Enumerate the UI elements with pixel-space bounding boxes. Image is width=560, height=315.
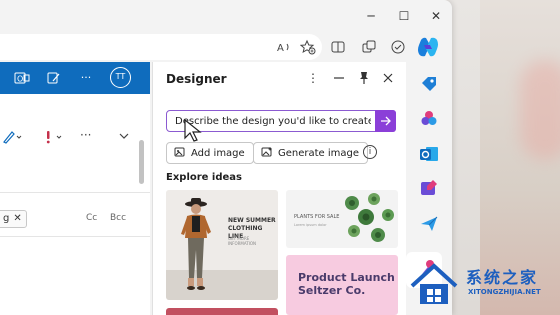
more-tools-icon[interactable]: ···: [80, 128, 91, 142]
minimize-panel-button[interactable]: [331, 70, 347, 86]
cc-button[interactable]: Cc: [86, 213, 97, 223]
favorite-add-icon[interactable]: [299, 39, 316, 55]
idea-card-product-launch[interactable]: Product Launch Seltzer Co.: [286, 255, 398, 315]
watermark-text: 系统之家: [466, 268, 539, 287]
idea-card-plants-for-sale[interactable]: PLANTS FOR SALE Lorem ipsum dolor: [286, 190, 398, 248]
pen-icon[interactable]: [2, 130, 22, 147]
image-add-icon: [173, 143, 187, 163]
idea-card-summer-clothing[interactable]: NEW SUMMER CLOTHING LINE GET MORE INFORMA…: [166, 190, 278, 300]
split-screen-icon[interactable]: [330, 39, 346, 55]
more-options-icon[interactable]: ···: [78, 70, 94, 86]
browser-window: ─ ☐ ✕ A O ··· TT ··· g ✕ Cc Bcc Designer…: [0, 0, 452, 315]
model-figure: [181, 198, 211, 290]
importance-icon[interactable]: [42, 130, 64, 147]
extensions-icon[interactable]: [361, 39, 377, 55]
bcc-button[interactable]: Bcc: [110, 213, 126, 223]
sparkle-image-icon: [260, 143, 274, 163]
close-panel-button[interactable]: [380, 70, 396, 86]
generate-arrow-button[interactable]: [375, 109, 396, 132]
card-subtitle: GET MORE INFORMATION: [228, 236, 257, 246]
designer-title: Designer: [166, 72, 227, 86]
collections-icon[interactable]: [390, 39, 406, 55]
svg-text:O: O: [17, 75, 23, 84]
mouse-cursor: [184, 118, 202, 142]
remove-recipient-icon[interactable]: ✕: [13, 213, 21, 224]
background-decoration: [520, 60, 560, 160]
designer-icon[interactable]: [419, 178, 439, 198]
avatar[interactable]: TT: [110, 67, 131, 88]
maximize-button[interactable]: ☐: [396, 8, 412, 24]
pin-icon[interactable]: [356, 70, 372, 86]
outlook-icon[interactable]: [419, 144, 439, 164]
plants-illustration: [345, 193, 394, 242]
add-image-label: Add image: [191, 148, 245, 159]
address-field[interactable]: A: [0, 34, 322, 60]
scrollbar[interactable]: [139, 140, 144, 184]
card-subtitle: Lorem ipsum dolor: [294, 223, 327, 227]
watermark: 系统之家 XITONGZHIJIA.NET: [402, 250, 560, 315]
divider: [0, 236, 150, 237]
card-title: PLANTS FOR SALE: [294, 214, 340, 220]
card-title: Product Launch Seltzer Co.: [298, 271, 395, 297]
minimize-button[interactable]: ─: [363, 8, 379, 24]
more-options-button[interactable]: ⋮: [305, 70, 321, 86]
svg-text:A: A: [277, 43, 284, 54]
tag-icon[interactable]: [419, 74, 439, 94]
designer-panel: Designer ⋮ Add image Generate image: [152, 62, 406, 315]
chevron-down-icon[interactable]: [118, 130, 130, 145]
watermark-subtext: XITONGZHIJIA.NET: [468, 288, 541, 296]
read-aloud-icon[interactable]: A: [276, 39, 292, 55]
watermark-logo: [410, 263, 458, 304]
idea-card[interactable]: [166, 308, 278, 315]
info-icon[interactable]: i: [363, 145, 377, 159]
format-toolbar: ···: [0, 126, 150, 150]
divider: [0, 192, 150, 193]
edit-note-icon[interactable]: [46, 70, 62, 86]
outlook-header: O ··· TT: [0, 62, 150, 94]
generate-image-button[interactable]: Generate image: [253, 142, 369, 164]
outlook-app-icon[interactable]: O: [14, 70, 30, 86]
send-icon[interactable]: [419, 214, 439, 234]
title-bar: ─ ☐ ✕: [0, 0, 452, 32]
address-bar-row: A: [0, 34, 452, 60]
recipient-chip-label: g: [3, 213, 10, 224]
add-image-button[interactable]: Add image: [166, 142, 254, 164]
copilot-icon[interactable]: [416, 36, 440, 58]
outlook-compose-area: O ··· TT ··· g ✕ Cc Bcc: [0, 62, 150, 315]
recipient-chip[interactable]: g ✕: [0, 210, 27, 228]
copilot-apps-icon[interactable]: [419, 108, 439, 128]
close-window-button[interactable]: ✕: [428, 8, 444, 24]
generate-image-label: Generate image: [278, 148, 360, 159]
explore-ideas-heading: Explore ideas: [166, 172, 243, 183]
